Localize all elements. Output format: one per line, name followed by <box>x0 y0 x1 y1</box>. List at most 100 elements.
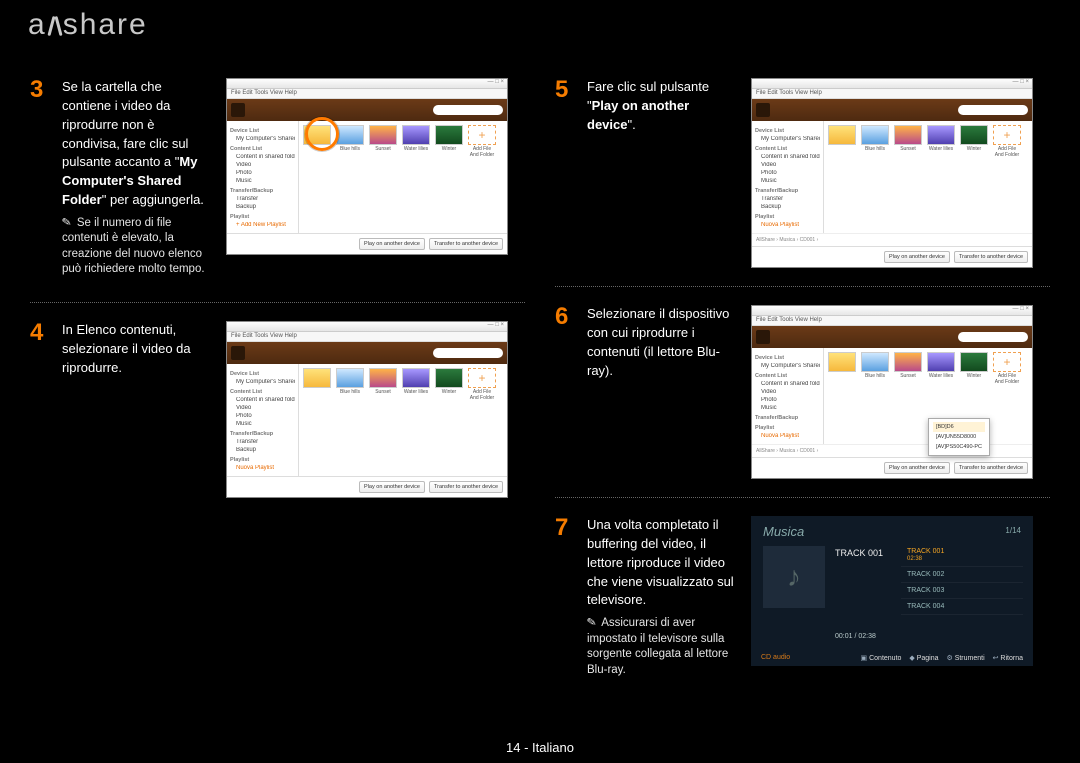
titlebar <box>227 79 507 89</box>
thumb-sunset[interactable]: Sunset <box>369 125 397 158</box>
track-list: TRACK 00102:38 TRACK 002 TRACK 003 TRACK… <box>901 544 1023 615</box>
left-column: 3 Se la cartella che contiene i video da… <box>30 78 525 720</box>
tv-count: 1/14 <box>1005 526 1021 535</box>
thumb-bluehills[interactable]: Blue hills <box>336 125 364 158</box>
screenshot-6: File Edit Tools View Help Device List My… <box>751 305 1050 479</box>
page-footer: 14 - Italiano <box>0 740 1080 755</box>
play-another-button[interactable]: Play on another device <box>359 481 425 493</box>
step-6: 6 Selezionare il dispositivo con cui rip… <box>555 305 1050 498</box>
tv-footer-left: CD audio <box>761 654 790 662</box>
step-text: Una volta completato il buffering del vi… <box>587 516 739 684</box>
play-another-button[interactable]: Play on another device <box>884 462 950 474</box>
playback-time: 00:01 / 02:38 <box>835 633 876 640</box>
sidebar: Device List My Computer's Shared folder … <box>227 121 299 233</box>
step-4: 4 In Elenco contenuti, selezionare il vi… <box>30 321 525 516</box>
tv-footer-right: ▣ Contenuto ◆ Pagina ⚙ Strumenti ↩ Ritor… <box>855 654 1023 662</box>
page-content: 3 Se la cartella che contiene i video da… <box>30 78 1050 720</box>
status-line: AllShare › Musica › CD001 › <box>752 444 1032 457</box>
sidebar-item-video[interactable]: Video <box>230 162 295 168</box>
play-another-button[interactable]: Play on another device <box>884 251 950 263</box>
step-5: 5 Fare clic sul pulsante "Play on anothe… <box>555 78 1050 287</box>
sidebar-header: Playlist <box>230 214 295 220</box>
sidebar-item-mycomp[interactable]: My Computer's Shared folder <box>230 136 295 142</box>
sidebar-item-backup[interactable]: Backup <box>230 204 295 210</box>
screenshot-3: File Edit Tools View Help Device List My… <box>226 78 525 284</box>
app-window: File Edit Tools View Help Device List My… <box>226 78 508 255</box>
step7-note-text: Assicurarsi di aver impostato il televis… <box>587 617 728 676</box>
toolbar <box>227 342 507 364</box>
step-3: 3 Se la cartella che contiene i video da… <box>30 78 525 303</box>
thumb-waterlilies[interactable]: Water lilies <box>402 125 430 158</box>
play-another-button[interactable]: Play on another device <box>359 238 425 250</box>
tv-title: Musica <box>763 524 804 539</box>
sidebar-header: Device List <box>230 128 295 134</box>
device-option[interactable]: [BD]D6 <box>933 422 985 432</box>
app-window: File Edit Tools View Help Device List My… <box>751 305 1033 479</box>
step-text: Fare clic sul pulsante "Play on another … <box>587 78 739 268</box>
step3-text-c: " per aggiungerla. <box>102 192 204 207</box>
step5-text-bold: Play on another device <box>587 98 689 132</box>
track-item-selected[interactable]: TRACK 00102:38 <box>901 544 1023 567</box>
search-input[interactable] <box>433 105 503 115</box>
step4-text: In Elenco contenuti, selezionare il vide… <box>62 321 214 378</box>
sidebar-header: Content List <box>230 146 295 152</box>
step-number: 6 <box>555 305 575 479</box>
sidebar-item-newplaylist[interactable]: + Add New Playlist <box>230 222 295 228</box>
right-column: 5 Fare clic sul pulsante "Play on anothe… <box>555 78 1050 720</box>
step5-text-c: ". <box>627 117 635 132</box>
step3-text-a: Se la cartella che contiene i video da r… <box>62 79 188 169</box>
sidebar-item-photo[interactable]: Photo <box>230 170 295 176</box>
tv-player: Musica 1/14 ♪ TRACK 001 TRACK 00102:38 T… <box>751 516 1033 666</box>
menubar: File Edit Tools View Help <box>227 332 507 342</box>
menubar: File Edit Tools View Help <box>227 89 507 99</box>
transfer-another-button[interactable]: Transfer to another device <box>954 462 1028 474</box>
logo-left: a <box>28 8 47 41</box>
transfer-another-button[interactable]: Transfer to another device <box>429 481 503 493</box>
now-playing: TRACK 001 <box>835 548 883 558</box>
brand-logo: ashare <box>28 8 148 42</box>
device-popup: [BD]D6 [AV]UN55D8000 [AV]PS50C490-PC <box>928 418 990 456</box>
track-item[interactable]: TRACK 004 <box>901 599 1023 615</box>
step3-note: ✎ Se il numero di file contenuti è eleva… <box>62 216 214 278</box>
screenshot-7: Musica 1/14 ♪ TRACK 001 TRACK 00102:38 T… <box>751 516 1050 684</box>
sidebar-item-transfer[interactable]: Transfer <box>230 196 295 202</box>
logo-right: share <box>63 8 148 41</box>
thumb-winter[interactable]: Winter <box>435 125 463 158</box>
app-window: File Edit Tools View Help Device List My… <box>226 321 508 498</box>
step7-note: ✎ Assicurarsi di aver impostato il telev… <box>587 616 739 678</box>
step-text: Selezionare il dispositivo con cui ripro… <box>587 305 739 479</box>
sidebar-item-music[interactable]: Music <box>230 178 295 184</box>
logo-bars-icon <box>47 12 63 38</box>
step6-text: Selezionare il dispositivo con cui ripro… <box>587 305 739 380</box>
track-item[interactable]: TRACK 003 <box>901 583 1023 599</box>
note-icon: ✎ <box>586 615 598 632</box>
step3-note-text: Se il numero di file contenuti è elevato… <box>62 217 205 276</box>
thumb-addfile[interactable]: +Add File And Folder <box>468 125 496 158</box>
track-item[interactable]: TRACK 002 <box>901 567 1023 583</box>
step-number: 4 <box>30 321 50 498</box>
screenshot-5: File Edit Tools View Help Device List My… <box>751 78 1050 268</box>
note-icon: ✎ <box>61 215 73 232</box>
step-text: In Elenco contenuti, selezionare il vide… <box>62 321 214 498</box>
step-number: 5 <box>555 78 575 268</box>
thumbnail-grid: Blue hills Sunset Water lilies Winter +A… <box>303 125 503 158</box>
music-icon: ♪ <box>763 546 825 608</box>
toolbar <box>227 99 507 121</box>
sidebar: Device List My Computer's Shared folder … <box>227 364 299 476</box>
status-line: AllShare › Musica › CD001 › <box>752 233 1032 246</box>
step-7: 7 Una volta completato il buffering del … <box>555 516 1050 702</box>
titlebar <box>227 322 507 332</box>
sidebar-item-content[interactable]: Content in shared folders <box>230 154 295 160</box>
step-number: 7 <box>555 516 575 684</box>
step-text: Se la cartella che contiene i video da r… <box>62 78 214 284</box>
transfer-another-button[interactable]: Transfer to another device <box>429 238 503 250</box>
app-footer: Play on another device Transfer to anoth… <box>227 233 507 254</box>
content-panel: Blue hills Sunset Water lilies Winter +A… <box>299 121 507 233</box>
device-option[interactable]: [AV]PS50C490-PC <box>933 442 985 452</box>
sidebar-header: Transfer/Backup <box>230 188 295 194</box>
transfer-another-button[interactable]: Transfer to another device <box>954 251 1028 263</box>
thumb-folder[interactable] <box>303 125 331 158</box>
device-option[interactable]: [AV]UN55D8000 <box>933 432 985 442</box>
step-number: 3 <box>30 78 50 284</box>
search-input[interactable] <box>433 348 503 358</box>
